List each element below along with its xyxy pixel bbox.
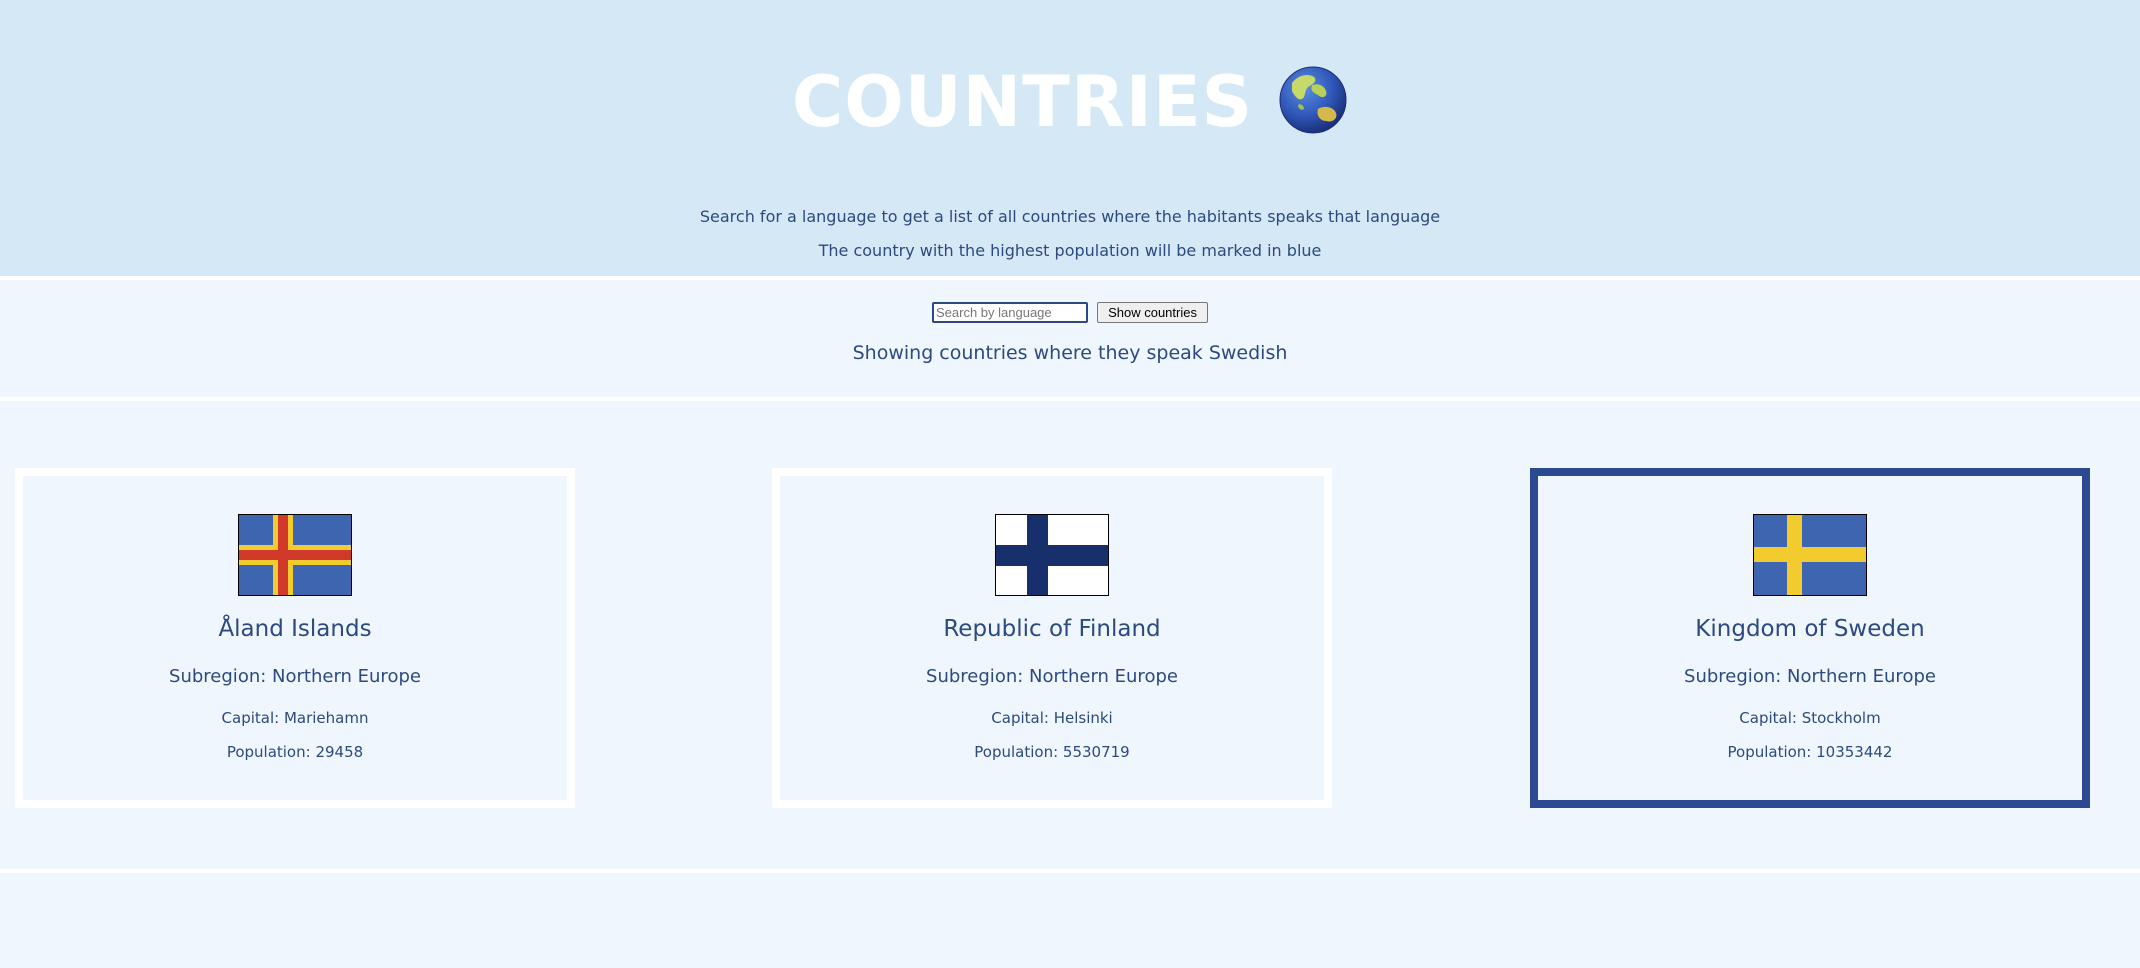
country-card: Republic of Finland Subregion: Northern … [772,468,1332,808]
finland-flag-icon [995,514,1109,596]
country-population: Population: 29458 [226,743,364,761]
country-capital: Capital: Stockholm [1739,709,1881,727]
search-result-text: Showing countries where they speak Swedi… [852,342,1288,364]
show-countries-button[interactable]: Show countries [1097,302,1208,323]
country-subregion: Subregion: Northern Europe [169,666,421,687]
country-name: Åland Islands [218,616,372,642]
search-section [0,280,2140,396]
divider [0,869,2140,873]
country-name: Republic of Finland [943,616,1161,642]
country-population: Population: 10353442 [1727,743,1893,761]
sweden-flag-icon [1753,514,1867,596]
globe-icon [1278,65,1348,135]
country-name: Kingdom of Sweden [1695,616,1925,642]
country-capital: Capital: Mariehamn [221,709,369,727]
country-subregion: Subregion: Northern Europe [1684,666,1936,687]
page-title: COUNTRIES [791,61,1254,143]
description-line-1: Search for a language to get a list of a… [699,207,1441,226]
country-capital: Capital: Helsinki [991,709,1113,727]
country-card-highlighted: Kingdom of Sweden Subregion: Northern Eu… [1530,468,2090,808]
description-line-2: The country with the highest population … [818,241,1322,260]
divider [0,397,2140,401]
country-card: Åland Islands Subregion: Northern Europe… [15,468,575,808]
search-row: Show countries [0,302,2140,323]
search-input[interactable] [932,302,1088,323]
aland-flag-icon [238,514,352,596]
country-subregion: Subregion: Northern Europe [926,666,1178,687]
country-population: Population: 5530719 [974,743,1130,761]
title-row: COUNTRIES [0,62,2140,142]
